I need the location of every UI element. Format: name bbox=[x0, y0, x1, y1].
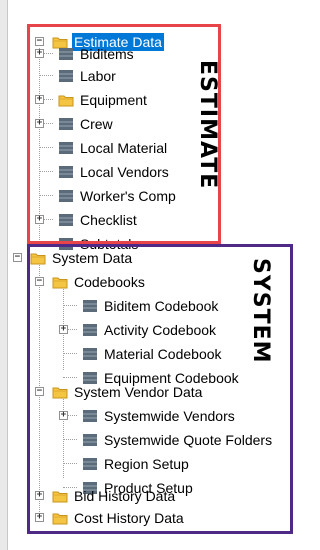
collapse-icon[interactable]: − bbox=[13, 253, 22, 262]
system-vertical-label: SYSTEM bbox=[248, 258, 273, 364]
tree-view: − Estimate Data + Biditems Labor + Equip… bbox=[0, 0, 319, 550]
left-scroll-edge bbox=[0, 0, 8, 550]
estimate-vertical-label: ESTIMATE bbox=[195, 60, 220, 190]
estimate-highlight-box bbox=[27, 24, 221, 244]
